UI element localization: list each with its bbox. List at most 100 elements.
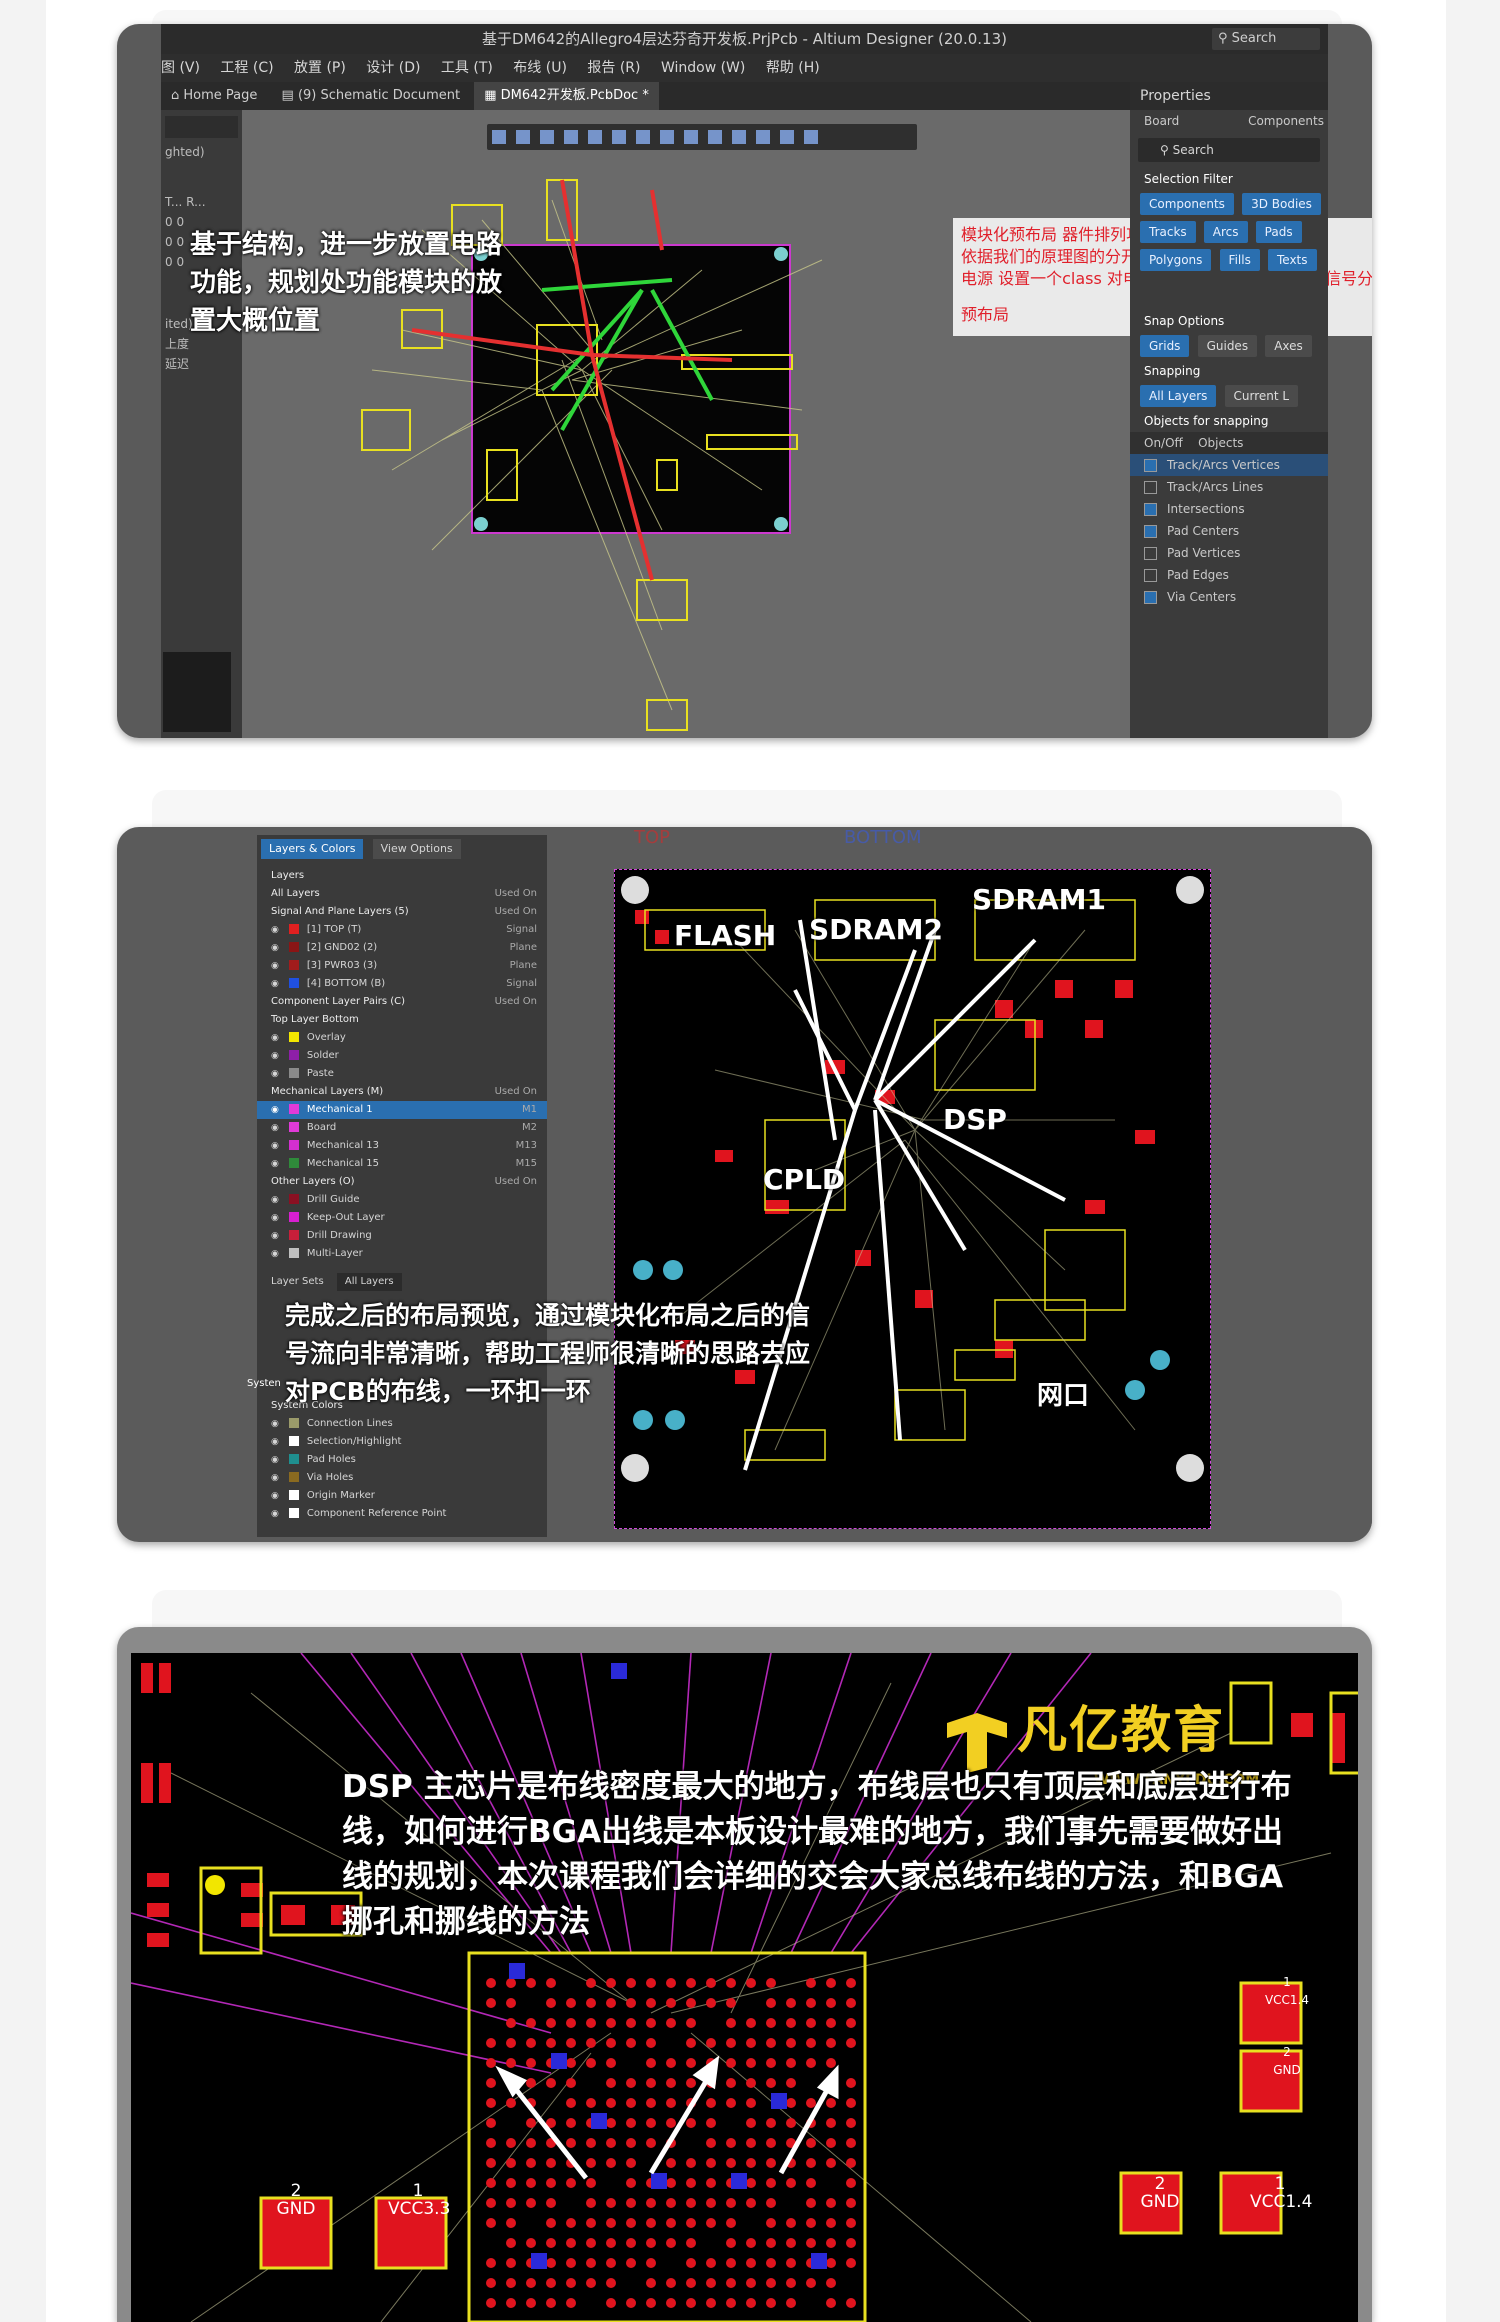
place-icon[interactable]: [540, 130, 554, 144]
filter-3d-bodies[interactable]: 3D Bodies: [1242, 193, 1321, 215]
route-icon[interactable]: [516, 130, 530, 144]
dimension-icon[interactable]: [756, 130, 770, 144]
menu-place[interactable]: 放置 (P): [294, 60, 346, 76]
checkbox-checked[interactable]: [1144, 591, 1157, 604]
layer-row[interactable]: All Layers Used On: [257, 885, 547, 903]
eye-icon[interactable]: ◉: [271, 1437, 279, 1447]
system-color-swatch[interactable]: [288, 1490, 299, 1500]
layer-row[interactable]: Top Layer Bottom: [257, 1011, 547, 1029]
layer-row[interactable]: ◉ Board M2: [257, 1119, 547, 1137]
system-color-swatch[interactable]: [288, 1508, 299, 1518]
eye-icon[interactable]: ◉: [271, 1455, 279, 1465]
tab-schematic[interactable]: ▤ (9) Schematic Document: [272, 82, 471, 110]
layer-color-swatch[interactable]: [288, 1050, 299, 1060]
system-color-row[interactable]: ◉ Selection/Highlight: [257, 1433, 547, 1451]
eye-icon[interactable]: ◉: [271, 1159, 279, 1169]
layer-row[interactable]: Component Layer Pairs (C) Used On: [257, 993, 547, 1011]
layer-row[interactable]: ◉ Mechanical 15 M15: [257, 1155, 547, 1173]
eye-icon[interactable]: ◉: [271, 925, 279, 935]
eye-icon[interactable]: ◉: [271, 1033, 279, 1043]
layer-color-swatch[interactable]: [288, 924, 299, 934]
snapping-current-layer[interactable]: Current L: [1224, 385, 1299, 407]
system-color-swatch[interactable]: [288, 1472, 299, 1482]
snap-object-row[interactable]: Intersections: [1130, 498, 1328, 520]
pad-icon[interactable]: [612, 130, 626, 144]
layer-row[interactable]: ◉ [4] BOTTOM (B) Signal: [257, 975, 547, 993]
line-icon[interactable]: [804, 130, 818, 144]
polygon-icon[interactable]: [684, 130, 698, 144]
layer-row[interactable]: Signal And Plane Layers (5) Used On: [257, 903, 547, 921]
layer-color-swatch[interactable]: [288, 960, 299, 970]
filter-fills[interactable]: Fills: [1219, 249, 1260, 271]
layer-row[interactable]: ◉ Paste: [257, 1065, 547, 1083]
eye-icon[interactable]: ◉: [271, 979, 279, 989]
snap-object-row[interactable]: Pad Vertices: [1130, 542, 1328, 564]
menu-route[interactable]: 布线 (U): [513, 60, 567, 76]
layer-color-swatch[interactable]: [288, 1068, 299, 1078]
snap-object-row[interactable]: Via Centers: [1130, 586, 1328, 608]
eye-icon[interactable]: ◉: [271, 1141, 279, 1151]
layer-row[interactable]: ◉ Drill Guide: [257, 1191, 547, 1209]
text-icon[interactable]: [780, 130, 794, 144]
layer-color-swatch[interactable]: [288, 1248, 299, 1258]
selection-filter-header[interactable]: Selection Filter: [1130, 168, 1328, 190]
eye-icon[interactable]: ◉: [271, 1473, 279, 1483]
snap-object-row[interactable]: Track/Arcs Lines: [1130, 476, 1328, 498]
layer-row[interactable]: ◉ Multi-Layer: [257, 1245, 547, 1263]
filter-texts[interactable]: Texts: [1267, 249, 1317, 271]
layer-row[interactable]: ◉ [2] GND02 (2) Plane: [257, 939, 547, 957]
tab-layers-colors[interactable]: Layers & Colors: [261, 839, 364, 859]
checkbox-checked[interactable]: [1144, 503, 1157, 516]
layer-row[interactable]: ◉ [3] PWR03 (3) Plane: [257, 957, 547, 975]
menu-help[interactable]: 帮助 (H): [766, 60, 820, 76]
filter-components[interactable]: Components: [1140, 193, 1234, 215]
eye-icon[interactable]: ◉: [271, 1069, 279, 1079]
system-color-row[interactable]: ◉ Via Holes: [257, 1469, 547, 1487]
layer-color-swatch[interactable]: [288, 942, 299, 952]
snapping-all-layers[interactable]: All Layers: [1140, 385, 1217, 407]
layer-row[interactable]: Other Layers (O) Used On: [257, 1173, 547, 1191]
layer-color-swatch[interactable]: [288, 978, 299, 988]
eye-icon[interactable]: ◉: [271, 943, 279, 953]
align-icon[interactable]: [588, 130, 602, 144]
layer-color-swatch[interactable]: [288, 1122, 299, 1132]
layer-row[interactable]: ◉ Mechanical 1 M1: [257, 1101, 547, 1119]
tab-home-page[interactable]: ⌂ Home Page: [161, 82, 267, 110]
snap-grids[interactable]: Grids: [1140, 335, 1190, 357]
snap-options-header[interactable]: Snap Options: [1130, 310, 1328, 332]
menu-tools[interactable]: 工具 (T): [441, 60, 493, 76]
layer-row[interactable]: ◉ [1] TOP (T) Signal: [257, 921, 547, 939]
checkbox-checked[interactable]: [1144, 525, 1157, 538]
snap-object-row[interactable]: Pad Centers: [1130, 520, 1328, 542]
eye-icon[interactable]: ◉: [271, 961, 279, 971]
snap-object-row[interactable]: Track/Arcs Vertices: [1130, 454, 1328, 476]
snap-object-row[interactable]: Pad Edges: [1130, 564, 1328, 586]
menu-view[interactable]: 图 (V): [161, 60, 200, 76]
arc-icon[interactable]: [660, 130, 674, 144]
menu-project[interactable]: 工程 (C): [220, 60, 273, 76]
layers-header[interactable]: Layers: [257, 867, 547, 885]
layer-row[interactable]: ◉ Overlay: [257, 1029, 547, 1047]
properties-search-input[interactable]: ⚲ Search: [1138, 138, 1320, 162]
eye-icon[interactable]: ◉: [271, 1419, 279, 1429]
filter-arcs[interactable]: Arcs: [1203, 221, 1248, 243]
system-color-row[interactable]: ◉ Pad Holes: [257, 1451, 547, 1469]
left-panel-dropdown[interactable]: [165, 116, 238, 138]
select-icon[interactable]: [564, 130, 578, 144]
pcb-canvas[interactable]: [242, 110, 1180, 738]
system-color-row[interactable]: ◉ Origin Marker: [257, 1487, 547, 1505]
system-color-swatch[interactable]: [288, 1436, 299, 1446]
keepout-icon[interactable]: [732, 130, 746, 144]
system-color-row[interactable]: ◉ Component Reference Point: [257, 1505, 547, 1523]
system-color-swatch[interactable]: [288, 1418, 299, 1428]
menu-design[interactable]: 设计 (D): [366, 60, 420, 76]
eye-icon[interactable]: ◉: [271, 1249, 279, 1259]
eye-icon[interactable]: ◉: [271, 1213, 279, 1223]
title-search-input[interactable]: ⚲ Search: [1212, 28, 1320, 50]
system-color-row[interactable]: ◉ Connection Lines: [257, 1415, 547, 1433]
layer-color-swatch[interactable]: [288, 1230, 299, 1240]
eye-icon[interactable]: ◉: [271, 1105, 279, 1115]
track-icon[interactable]: [636, 130, 650, 144]
eye-icon[interactable]: ◉: [271, 1231, 279, 1241]
filter-pads[interactable]: Pads: [1255, 221, 1302, 243]
